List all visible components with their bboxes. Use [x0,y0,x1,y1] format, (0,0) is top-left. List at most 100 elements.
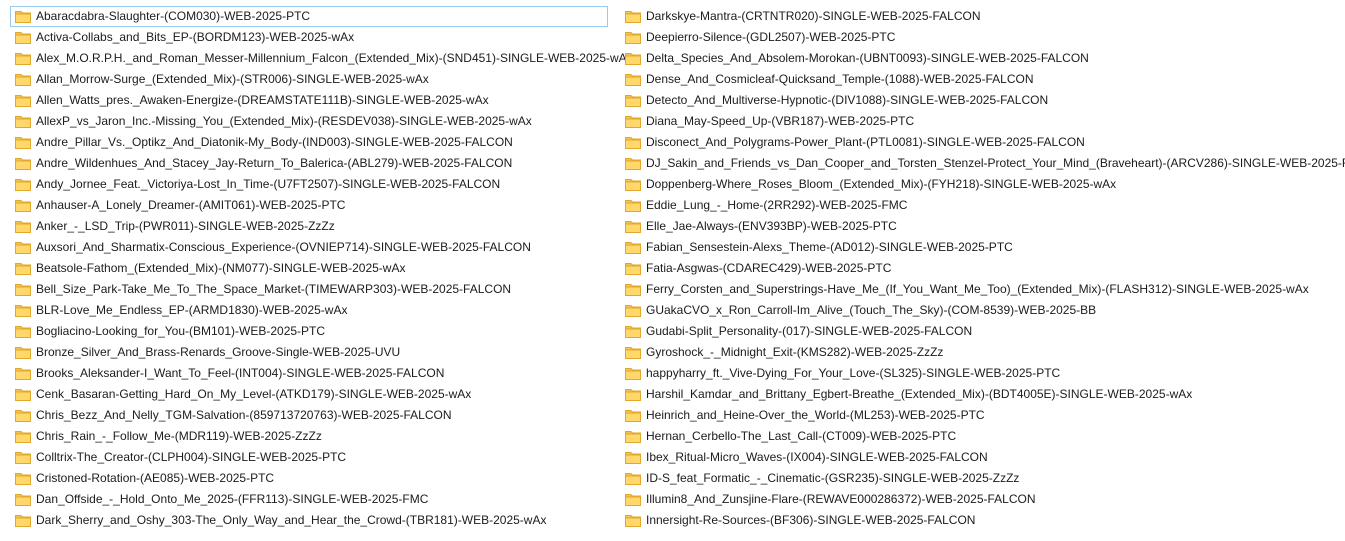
folder-item[interactable]: Bogliacino-Looking_for_You-(BM101)-WEB-2… [10,321,634,342]
folder-name: BLR-Love_Me_Endless_EP-(ARMD1830)-WEB-20… [36,303,348,317]
folder-item[interactable]: AllexP_vs_Jaron_Inc.-Missing_You_(Extend… [10,111,634,132]
folder-item[interactable]: Heinrich_and_Heine-Over_the_World-(ML253… [620,405,1345,426]
folder-icon [625,346,641,359]
folder-name: Beatsole-Fathom_(Extended_Mix)-(NM077)-S… [36,261,406,275]
folder-item[interactable]: GUakaCVO_x_Ron_Carroll-Im_Alive_(Touch_T… [620,300,1345,321]
folder-name: Gudabi-Split_Personality-(017)-SINGLE-WE… [646,324,973,338]
folder-name: Bronze_Silver_And_Brass-Renards_Groove-S… [36,345,401,359]
folder-name: Diana_May-Speed_Up-(VBR187)-WEB-2025-PTC [646,114,915,128]
folder-name: Chris_Rain_-_Follow_Me-(MDR119)-WEB-2025… [36,429,322,443]
folder-item[interactable]: Bronze_Silver_And_Brass-Renards_Groove-S… [10,342,634,363]
folder-item[interactable]: Cristoned-Rotation-(AE085)-WEB-2025-PTC [10,468,634,489]
folder-name: happyharry_ft._Vive-Dying_For_Your_Love-… [646,366,1061,380]
folder-item[interactable]: Auxsori_And_Sharmatix-Conscious_Experien… [10,237,634,258]
folder-icon [15,367,31,380]
folder-item[interactable]: Illumin8_And_Zunsjine-Flare-(REWAVE00028… [620,489,1345,510]
folder-item[interactable]: Chris_Bezz_And_Nelly_TGM-Salvation-(8597… [10,405,634,426]
folder-item[interactable]: Andre_Wildenhues_And_Stacey_Jay-Return_T… [10,153,634,174]
folder-item[interactable]: Dan_Offside_-_Hold_Onto_Me_2025-(FFR113)… [10,489,634,510]
folder-item[interactable]: ID-S_feat_Formatic_-_Cinematic-(GSR235)-… [620,468,1345,489]
folder-item[interactable]: Fabian_Sensestein-Alexs_Theme-(AD012)-SI… [620,237,1345,258]
folder-icon [625,136,641,149]
folder-icon [15,304,31,317]
folder-item[interactable]: Chris_Rain_-_Follow_Me-(MDR119)-WEB-2025… [10,426,634,447]
folder-icon [625,52,641,65]
folder-icon [625,178,641,191]
folder-item[interactable]: Doppenberg-Where_Roses_Bloom_(Extended_M… [620,174,1345,195]
folder-icon [625,220,641,233]
folder-item[interactable]: Andy_Jornee_Feat._Victoriya-Lost_In_Time… [10,174,634,195]
folder-icon [15,52,31,65]
folder-item[interactable]: Dense_And_Cosmicleaf-Quicksand_Temple-(1… [620,69,1345,90]
folder-name: Allan_Morrow-Surge_(Extended_Mix)-(STR00… [36,72,429,86]
folder-item[interactable]: Detecto_And_Multiverse-Hypnotic-(DIV1088… [620,90,1345,111]
folder-icon [15,31,31,44]
folder-item[interactable]: Delta_Species_And_Absolem-Morokan-(UBNT0… [620,48,1345,69]
folder-item[interactable]: Anker_-_LSD_Trip-(PWR011)-SINGLE-WEB-202… [10,216,634,237]
folder-name: Colltrix-The_Creator-(CLPH004)-SINGLE-WE… [36,450,347,464]
folder-icon [15,430,31,443]
folder-name: Gyroshock_-_Midnight_Exit-(KMS282)-WEB-2… [646,345,944,359]
folder-item[interactable]: Gyroshock_-_Midnight_Exit-(KMS282)-WEB-2… [620,342,1345,363]
folder-name: Ibex_Ritual-Micro_Waves-(IX004)-SINGLE-W… [646,450,988,464]
folder-item[interactable]: Cenk_Basaran-Getting_Hard_On_My_Level-(A… [10,384,634,405]
folder-item[interactable]: happyharry_ft._Vive-Dying_For_Your_Love-… [620,363,1345,384]
folder-item[interactable]: Harshil_Kamdar_and_Brittany_Egbert-Breat… [620,384,1345,405]
folder-icon [15,283,31,296]
folder-item[interactable]: Brooks_Aleksander-I_Want_To_Feel-(INT004… [10,363,634,384]
folder-name: Ferry_Corsten_and_Superstrings-Have_Me_(… [646,282,1309,296]
folder-name: Darkskye-Mantra-(CRTNTR020)-SINGLE-WEB-2… [646,9,981,23]
folder-item[interactable]: Fatia-Asgwas-(CDAREC429)-WEB-2025-PTC [620,258,1345,279]
folder-item[interactable]: Innersight-Re-Sources-(BF306)-SINGLE-WEB… [620,510,1345,531]
folder-icon [15,409,31,422]
folder-list-view: Abaracdabra-Slaughter-(COM030)-WEB-2025-… [10,6,1345,536]
folder-item[interactable]: Gudabi-Split_Personality-(017)-SINGLE-WE… [620,321,1345,342]
folder-icon [625,304,641,317]
folder-item[interactable]: Abaracdabra-Slaughter-(COM030)-WEB-2025-… [10,6,608,27]
folder-item[interactable]: Anhauser-A_Lonely_Dreamer-(AMIT061)-WEB-… [10,195,634,216]
folder-item[interactable]: Disconect_And_Polygrams-Power_Plant-(PTL… [620,132,1345,153]
folder-item[interactable]: Eddie_Lung_-_Home-(2RR292)-WEB-2025-FMC [620,195,1345,216]
folder-name: Doppenberg-Where_Roses_Bloom_(Extended_M… [646,177,1117,191]
folder-icon [15,346,31,359]
folder-name: Hernan_Cerbello-The_Last_Call-(CT009)-WE… [646,429,957,443]
folder-item[interactable]: Elle_Jae-Always-(ENV393BP)-WEB-2025-PTC [620,216,1345,237]
folder-icon [625,283,641,296]
folder-name: Andy_Jornee_Feat._Victoriya-Lost_In_Time… [36,177,501,191]
folder-item[interactable]: Diana_May-Speed_Up-(VBR187)-WEB-2025-PTC [620,111,1345,132]
folder-item[interactable]: Ibex_Ritual-Micro_Waves-(IX004)-SINGLE-W… [620,447,1345,468]
folder-icon [625,262,641,275]
folder-icon [15,157,31,170]
folder-icon [625,325,641,338]
folder-item[interactable]: Hernan_Cerbello-The_Last_Call-(CT009)-WE… [620,426,1345,447]
folder-icon [625,199,641,212]
folder-item[interactable]: Activa-Collabs_and_Bits_EP-(BORDM123)-WE… [10,27,634,48]
folder-item[interactable]: DJ_Sakin_and_Friends_vs_Dan_Cooper_and_T… [620,153,1345,174]
folder-item[interactable]: Alex_M.O.R.P.H._and_Roman_Messer-Millenn… [10,48,634,69]
folder-item[interactable]: Allen_Watts_pres._Awaken-Energize-(DREAM… [10,90,634,111]
folder-name: Andre_Wildenhues_And_Stacey_Jay-Return_T… [36,156,513,170]
folder-item[interactable]: Darkskye-Mantra-(CRTNTR020)-SINGLE-WEB-2… [620,6,1345,27]
folder-item[interactable]: Beatsole-Fathom_(Extended_Mix)-(NM077)-S… [10,258,634,279]
folder-name: Detecto_And_Multiverse-Hypnotic-(DIV1088… [646,93,1049,107]
folder-icon [625,493,641,506]
folder-item[interactable]: Dark_Sherry_and_Oshy_303-The_Only_Way_an… [10,510,634,531]
folder-icon [15,136,31,149]
folder-item[interactable]: Colltrix-The_Creator-(CLPH004)-SINGLE-WE… [10,447,634,468]
folder-item[interactable]: Andre_Pillar_Vs._Optikz_And_Diatonik-My_… [10,132,634,153]
folder-name: Activa-Collabs_and_Bits_EP-(BORDM123)-WE… [36,30,355,44]
folder-item[interactable]: Bell_Size_Park-Take_Me_To_The_Space_Mark… [10,279,634,300]
folder-icon [625,115,641,128]
folder-item[interactable]: Ferry_Corsten_and_Superstrings-Have_Me_(… [620,279,1345,300]
folder-column-right: Darkskye-Mantra-(CRTNTR020)-SINGLE-WEB-2… [620,6,1345,531]
folder-name: Illumin8_And_Zunsjine-Flare-(REWAVE00028… [646,492,1036,506]
folder-icon [625,451,641,464]
folder-name: Auxsori_And_Sharmatix-Conscious_Experien… [36,240,531,254]
folder-item[interactable]: Allan_Morrow-Surge_(Extended_Mix)-(STR00… [10,69,634,90]
folder-item[interactable]: Deepierro-Silence-(GDL2507)-WEB-2025-PTC [620,27,1345,48]
folder-item[interactable]: BLR-Love_Me_Endless_EP-(ARMD1830)-WEB-20… [10,300,634,321]
folder-icon [15,241,31,254]
folder-name: Allen_Watts_pres._Awaken-Energize-(DREAM… [36,93,489,107]
folder-icon [625,31,641,44]
folder-icon [15,325,31,338]
